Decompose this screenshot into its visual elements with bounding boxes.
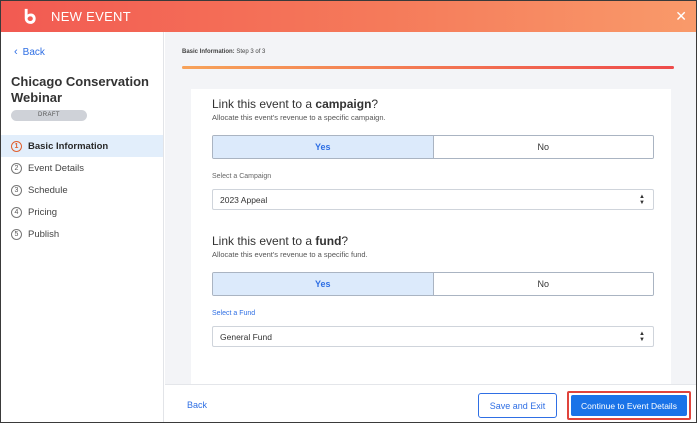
progress-bar	[182, 66, 674, 69]
campaign-title-prefix: Link this event to a	[212, 97, 316, 111]
fund-no-button[interactable]: No	[432, 273, 653, 295]
step-caption-section: Basic Information:	[182, 49, 235, 55]
sidebar: ‹ Back Chicago Conservation Webinar DRAFT…	[1, 32, 164, 422]
form-card: Link this event to a campaign? Allocate …	[191, 89, 671, 385]
event-name: Chicago Conservation Webinar	[11, 74, 149, 105]
campaign-no-button[interactable]: No	[432, 136, 653, 158]
campaign-title-bold: campaign	[315, 97, 372, 111]
campaign-title-suffix: ?	[371, 97, 379, 111]
step-number-icon: 5	[11, 228, 22, 240]
step-pricing[interactable]: 4 Pricing	[1, 201, 163, 223]
step-number-icon: 3	[11, 184, 22, 196]
sort-arrows-icon: ▲ ▼	[639, 331, 645, 343]
campaign-select[interactable]: 2023 Appeal ▲ ▼	[212, 189, 654, 210]
main-content: Basic Information: Step 3 of 3 Link this…	[165, 32, 696, 422]
campaign-section-subtitle: Allocate this event's revenue to a speci…	[212, 113, 386, 122]
step-schedule[interactable]: 3 Schedule	[1, 179, 163, 201]
continue-button-highlight: Continue to Event Details	[567, 391, 691, 420]
fund-section-title: Link this event to a fund?	[212, 234, 348, 248]
fund-title-prefix: Link this event to a	[212, 234, 316, 248]
step-caption-progress: Step 3 of 3	[234, 49, 266, 55]
fund-title-suffix: ?	[341, 234, 349, 248]
step-label: Schedule	[28, 184, 68, 196]
step-basic-information[interactable]: 1 Basic Information	[1, 135, 163, 157]
continue-to-event-details-button[interactable]: Continue to Event Details	[571, 395, 687, 416]
close-icon[interactable]: ✕	[675, 8, 687, 24]
sidebar-back-link[interactable]: ‹ Back	[14, 46, 45, 58]
step-label: Basic Information	[28, 140, 109, 152]
fund-yes-button[interactable]: Yes	[213, 273, 433, 295]
modal-footer: Back Save and Exit Continue to Event Det…	[165, 384, 696, 422]
step-label: Event Details	[28, 162, 84, 174]
fund-select[interactable]: General Fund ▲ ▼	[212, 326, 654, 347]
chevron-left-icon: ‹	[14, 46, 18, 58]
save-and-exit-button[interactable]: Save and Exit	[478, 393, 557, 418]
step-caption: Basic Information: Step 3 of 3	[182, 49, 265, 55]
step-list: 1 Basic Information 2 Event Details 3 Sc…	[1, 135, 163, 245]
fund-title-bold: fund	[315, 234, 342, 248]
progress-bar-fill	[182, 66, 674, 69]
step-number-icon: 1	[11, 140, 22, 152]
campaign-toggle: Yes No	[212, 135, 654, 159]
step-event-details[interactable]: 2 Event Details	[1, 157, 163, 179]
step-label: Publish	[28, 228, 60, 240]
campaign-field-label: Select a Campaign	[212, 173, 272, 180]
sidebar-back-label: Back	[22, 47, 45, 58]
step-label: Pricing	[28, 206, 58, 218]
footer-back-button[interactable]: Back	[187, 400, 207, 410]
modal-header: NEW EVENT ✕	[1, 1, 696, 32]
step-publish[interactable]: 5 Publish	[1, 223, 163, 245]
status-badge: DRAFT	[11, 110, 87, 121]
sort-arrows-icon: ▲ ▼	[639, 194, 645, 206]
fund-field-label: Select a Fund	[212, 310, 256, 317]
new-event-modal: NEW EVENT ✕ ‹ Back Chicago Conservation W…	[0, 0, 697, 423]
brand-logo-icon	[24, 8, 36, 24]
campaign-select-value: 2023 Appeal	[220, 194, 268, 205]
campaign-yes-button[interactable]: Yes	[213, 136, 433, 158]
modal-title: NEW EVENT	[51, 9, 131, 24]
step-number-icon: 4	[11, 206, 22, 218]
fund-select-value: General Fund	[220, 331, 272, 342]
step-number-icon: 2	[11, 162, 22, 174]
fund-section-subtitle: Allocate this event's revenue to a speci…	[212, 250, 368, 259]
campaign-section-title: Link this event to a campaign?	[212, 97, 378, 111]
fund-toggle: Yes No	[212, 272, 654, 296]
